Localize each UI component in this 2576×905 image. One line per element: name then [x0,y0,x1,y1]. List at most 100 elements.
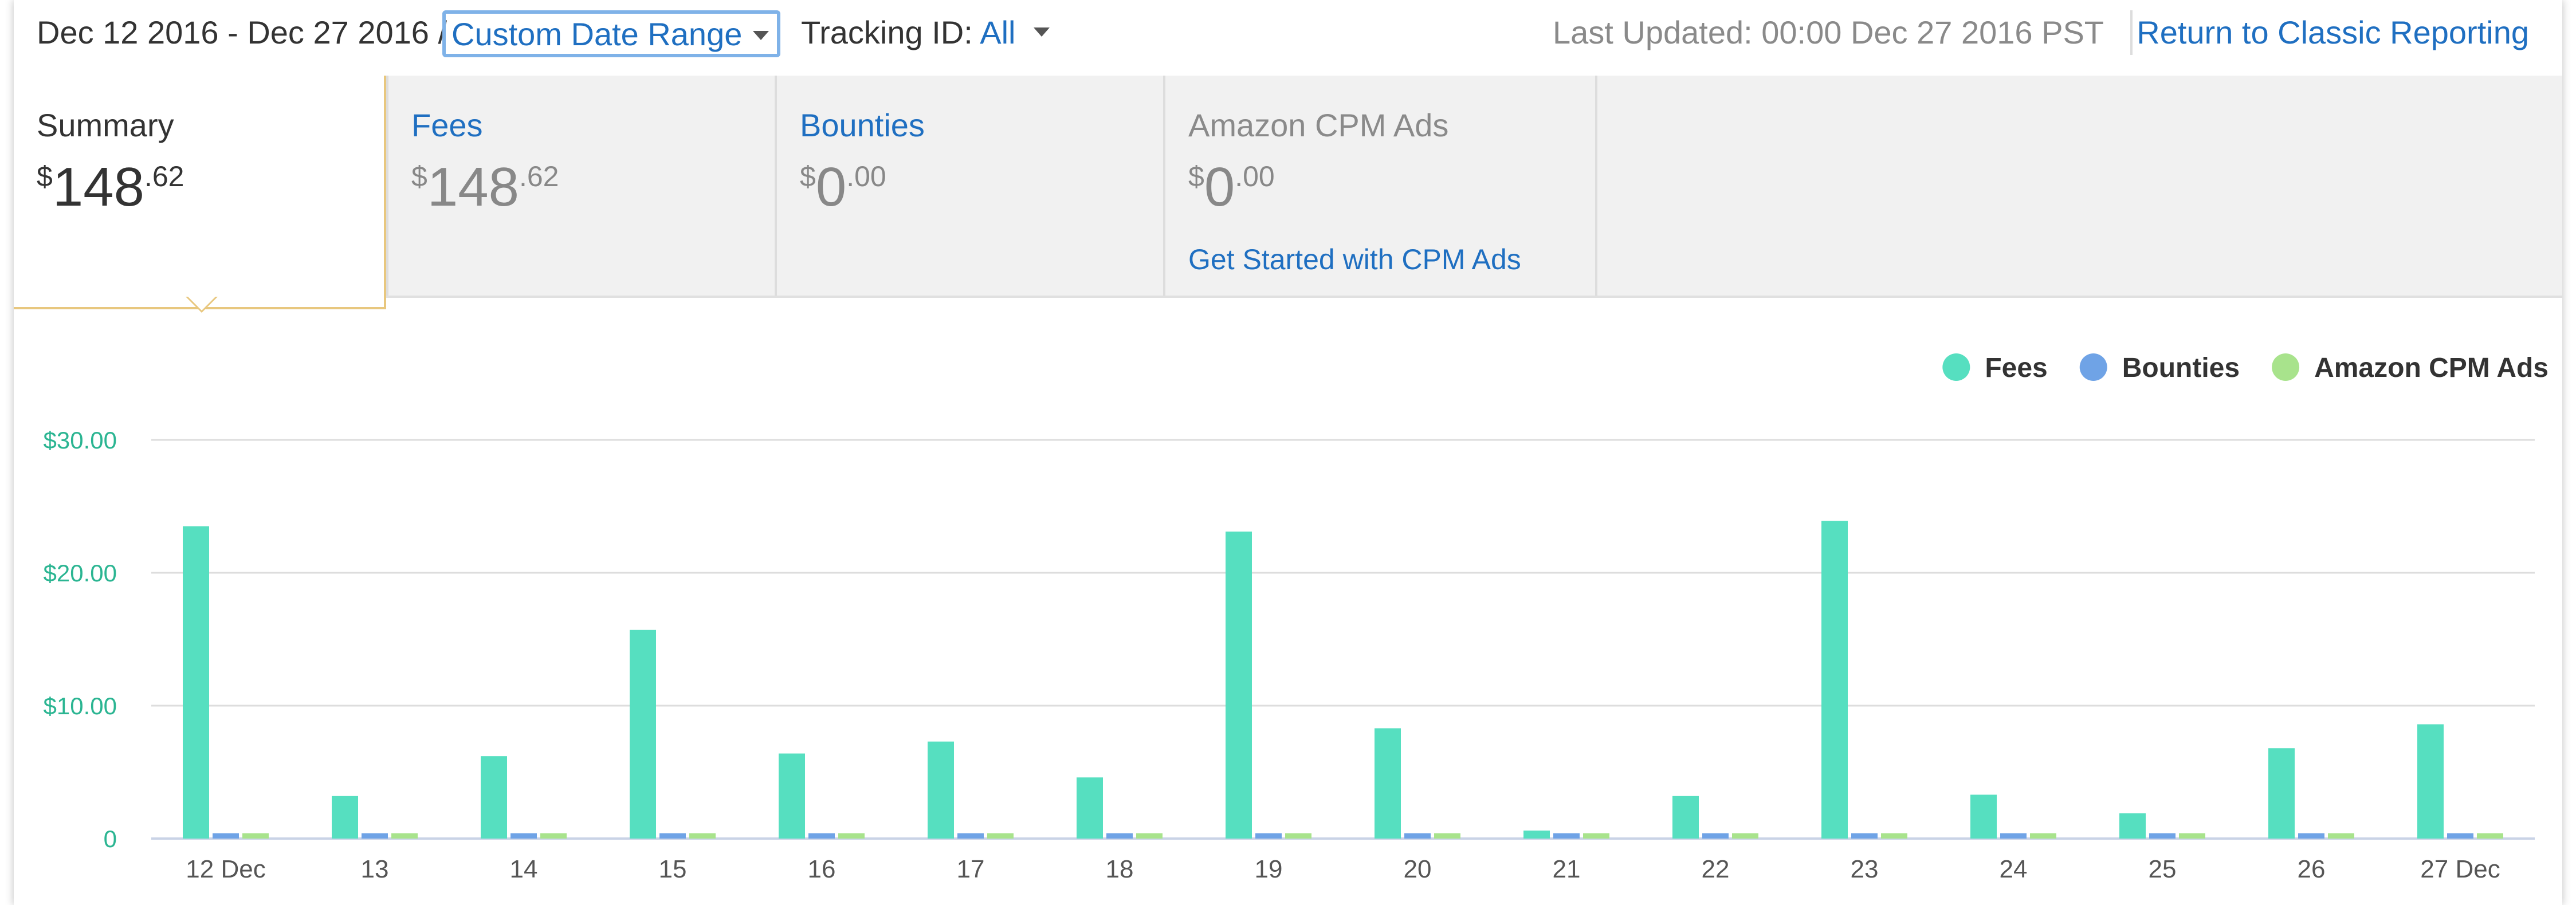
chart-legend: Fees Bounties Amazon CPM Ads [1942,353,2548,383]
tab-summary-amount: $148.62 [37,156,184,219]
bar-amazon-cpm-ads[interactable] [1434,833,1460,839]
bar-bounties[interactable] [2149,833,2176,839]
x-tick-label: 19 [1255,855,1283,883]
tab-summary[interactable]: Summary $148.62 [14,76,386,309]
header-divider [2130,10,2133,55]
bar-fees[interactable] [332,796,358,839]
tab-bounties-title[interactable]: Bounties [800,107,925,144]
bar-fees[interactable] [1970,794,1997,839]
bar-amazon-cpm-ads[interactable] [1136,833,1163,839]
chart-bars [183,521,2503,839]
bar-amazon-cpm-ads[interactable] [1881,833,1907,839]
bar-fees[interactable] [779,753,805,839]
tracking-id-filter[interactable]: Tracking ID: All [801,14,1015,51]
bar-amazon-cpm-ads[interactable] [987,833,1014,839]
x-tick-label: 18 [1106,855,1134,883]
bar-amazon-cpm-ads[interactable] [2030,833,2056,839]
chevron-down-icon[interactable] [1034,27,1050,37]
legend-dot-icon [1942,353,1970,381]
tab-bounties[interactable]: Bounties $0.00 [775,76,1163,296]
bar-bounties[interactable] [2000,833,2027,839]
bar-amazon-cpm-ads[interactable] [689,833,716,839]
amount-whole: 148 [427,156,519,218]
bar-amazon-cpm-ads[interactable] [1732,833,1758,839]
bar-bounties[interactable] [1404,833,1431,839]
x-tick-label: 15 [659,855,687,883]
legend-item[interactable]: Amazon CPM Ads [2272,353,2548,383]
y-tick-label: $10.00 [44,692,117,719]
return-to-classic-link[interactable]: Return to Classic Reporting [2137,14,2529,51]
tab-cpm-amount: $0.00 [1188,156,1275,219]
bar-bounties[interactable] [1106,833,1133,839]
y-tick-label: $20.00 [44,560,117,587]
y-tick-label: $30.00 [44,427,117,454]
bar-bounties[interactable] [1255,833,1282,839]
bar-fees[interactable] [1226,532,1252,839]
bar-amazon-cpm-ads[interactable] [838,833,865,839]
bar-fees[interactable] [1672,796,1699,839]
bar-amazon-cpm-ads[interactable] [2328,833,2354,839]
x-tick-label: 21 [1553,855,1581,883]
bar-bounties[interactable] [2298,833,2324,839]
date-range-text: Dec 12 2016 - Dec 27 2016 / [37,14,447,50]
tab-summary-title: Summary [37,107,174,143]
tab-fees-title[interactable]: Fees [411,107,483,144]
affiliate-reports-panel: Dec 12 2016 - Dec 27 2016 / Custom Date … [14,0,2562,905]
bar-amazon-cpm-ads[interactable] [391,833,418,839]
y-axis-labels: 0 $10.00 $20.00 $30.00 [44,427,117,852]
tracking-id-value[interactable]: All [980,14,1015,50]
bar-bounties[interactable] [362,833,388,839]
legend-item[interactable]: Fees [1942,353,2048,383]
legend-label: Fees [1985,353,2047,383]
tab-fees-amount: $148.62 [411,156,559,219]
x-tick-label: 25 [2149,855,2177,883]
bar-bounties[interactable] [957,833,984,839]
bar-bounties[interactable] [1851,833,1878,839]
legend-item[interactable]: Bounties [2079,353,2240,383]
bar-bounties[interactable] [213,833,239,839]
currency-symbol: $ [411,160,427,192]
x-axis-labels: 12 Dec 13 14 15 16 17 18 19 20 21 22 23 24 25 26 27 Dec [186,855,2500,883]
bar-bounties[interactable] [2447,833,2473,839]
date-range-select[interactable]: Custom Date Range [442,10,780,57]
bar-fees[interactable] [2417,724,2444,839]
amount-whole: 0 [1204,156,1235,218]
bar-fees[interactable] [1077,777,1103,839]
bar-fees[interactable] [481,756,507,839]
tab-fees[interactable]: Fees $148.62 [386,76,775,296]
bar-bounties[interactable] [1702,833,1729,839]
last-updated-text: Last Updated: 00:00 Dec 27 2016 PST [1553,14,2104,50]
x-tick-label: 16 [808,855,836,883]
get-started-cpm-link[interactable]: Get Started with CPM Ads [1188,243,1521,276]
bar-bounties[interactable] [659,833,686,839]
x-tick-label: 24 [2000,855,2028,883]
legend-dot-icon [2272,353,2300,381]
x-tick-label: 27 Dec [2420,855,2500,883]
legend-dot-icon [2079,353,2107,381]
tab-amazon-cpm-ads: Amazon CPM Ads $0.00 Get Started with CP… [1163,76,1597,296]
bar-amazon-cpm-ads[interactable] [1285,833,1311,839]
bar-fees[interactable] [2268,748,2295,839]
bar-fees[interactable] [2119,813,2146,839]
bar-fees[interactable] [1375,728,1401,839]
bar-amazon-cpm-ads[interactable] [540,833,567,839]
bar-fees[interactable] [183,526,209,839]
bar-bounties[interactable] [808,833,835,839]
x-tick-label: 20 [1404,855,1432,883]
chart-gridlines [151,439,2535,840]
legend-label: Amazon CPM Ads [2314,353,2548,383]
y-tick-label: 0 [104,825,117,852]
bar-fees[interactable] [1523,831,1550,839]
bar-fees[interactable] [1821,521,1848,839]
legend-label: Bounties [2122,353,2240,383]
bar-fees[interactable] [928,741,954,839]
bar-amazon-cpm-ads[interactable] [1583,833,1609,839]
bar-fees[interactable] [630,629,656,839]
active-tab-pointer-fill [188,297,215,310]
bar-amazon-cpm-ads[interactable] [2179,833,2205,839]
bar-bounties[interactable] [511,833,537,839]
bar-bounties[interactable] [1553,833,1580,839]
x-tick-label: 22 [1702,855,1730,883]
bar-amazon-cpm-ads[interactable] [2477,833,2503,839]
bar-amazon-cpm-ads[interactable] [242,833,269,839]
